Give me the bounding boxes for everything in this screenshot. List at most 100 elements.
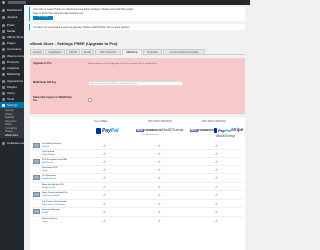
feature-thumbnail [33, 143, 40, 148]
submenu-ebook-store[interactable]: eBook Store [5, 134, 18, 137]
check-icon: ✓ [158, 184, 161, 189]
check-icon: ✓ [103, 159, 106, 164]
feature-link[interactable]: Full Version [42, 162, 53, 164]
chart-icon [2, 66, 5, 70]
sidebar-item-label: Media [7, 28, 16, 33]
feature-link[interactable]: Demo [42, 170, 48, 172]
check-icon: ✓ [215, 167, 218, 172]
tab-general[interactable]: General [30, 49, 44, 55]
feature-comparison: Free (FREE) PRO (PRO VERSION) PRO (PRO V… [30, 117, 245, 250]
feature-link[interactable]: Ready to Use [42, 187, 55, 189]
check-icon: ✓ [158, 218, 161, 223]
upgrade-label: Upgrade to Pro [33, 62, 52, 65]
setup-button[interactable]: Ok, let's go! [33, 16, 53, 20]
feature-link[interactable]: More Item to Download [42, 204, 65, 206]
sidebar-item-comments[interactable]: Comments [0, 46, 24, 52]
tab-paypal[interactable]: PayPal [66, 49, 80, 55]
sidebar-item-label: Posts [7, 22, 15, 27]
stripe-logo: stripe [231, 127, 244, 132]
tab-registration[interactable]: Registration [45, 49, 65, 55]
collapse-icon [2, 141, 5, 145]
collapse-label: Collapse menu [7, 140, 28, 145]
tab-mailchimp[interactable]: MailChimp [122, 49, 142, 55]
check-icon: ✓ [215, 159, 218, 164]
site-name[interactable] [8, 1, 26, 4]
sidebar-item-marketing[interactable]: Marketing [0, 71, 24, 77]
comment-icon [2, 47, 5, 51]
sidebar-item-label: Marketing [7, 71, 21, 76]
paypal-icon [96, 128, 101, 134]
feature-thumbnail [33, 209, 40, 214]
check-icon: ✓ [158, 209, 161, 214]
sidebar-item-label: Settings [7, 102, 18, 107]
sidebar-item-label: Pages [7, 40, 16, 45]
api-key-label: MailChimp API key [33, 81, 57, 84]
gateway-notice: You have not yet installed a payment gat… [29, 24, 245, 30]
sidebar-item-label: Plugins [7, 84, 17, 89]
paypal-icon [214, 128, 217, 133]
feature-thumbnail [33, 175, 40, 180]
check-icon: ✓ [103, 218, 106, 223]
check-icon: ✓ [103, 184, 106, 189]
mailchimp-logo: MailChimp [161, 127, 184, 132]
sidebar-item-jetpack[interactable]: Jetpack [0, 14, 24, 20]
setup-notice: Your store is ready! Thank you. WooComme… [29, 7, 245, 21]
settings-submenu: General Writing Reading Discussion Media… [0, 108, 24, 138]
check-icon: ✓ [158, 167, 161, 172]
check-icon: ✓ [158, 175, 161, 180]
feature-link[interactable]: Stripe Ready [42, 154, 55, 156]
feature-link[interactable]: Top Sales Include [42, 195, 59, 197]
upgrade-description: Please feel free to click Upgrade to the… [88, 63, 158, 65]
collapse-menu-button[interactable]: Collapse menu [0, 140, 28, 146]
main-content: Your store is ready! Thank you. WooComme… [25, 5, 250, 250]
notice-text: Page to Order Woo Settings page Settings… [33, 11, 84, 15]
feature-thumbnail [33, 192, 40, 197]
sidebar-item-label: Products [7, 59, 19, 64]
notice-text: You have not yet installed a payment gat… [33, 25, 130, 29]
check-icon: ✓ [103, 175, 106, 180]
subscribe-label: Subscribe buyers to MailChimp list [33, 96, 72, 103]
media-icon [2, 29, 5, 33]
feature-link[interactable]: Order [42, 221, 48, 223]
check-icon: ✓ [158, 201, 161, 206]
check-icon: ✓ [215, 175, 218, 180]
subscribe-checkbox[interactable] [88, 98, 92, 102]
page-title: eBook Store - Settings FREE (Upgrade to … [30, 41, 118, 46]
check-icon: ✓ [103, 201, 106, 206]
sidebar-item-label: eBook Store [7, 34, 24, 39]
sidebar: Dashboard Jetpack Posts Media eBook Stor… [0, 5, 28, 250]
tab-emails[interactable]: Emails [81, 49, 94, 55]
sidebar-item-label: Users [7, 90, 15, 95]
sidebar-item-dashboard[interactable]: Dashboard [0, 7, 24, 13]
sidebar-item-label: Dashboard [7, 7, 22, 12]
feature-link[interactable]: PayPal [42, 146, 49, 148]
sidebar-item-label: Analytics [7, 65, 20, 70]
check-icon: ✓ [215, 192, 218, 197]
check-icon: ✓ [103, 209, 106, 214]
column-header-pro: PRO (PRO VERSION) [148, 120, 173, 123]
feature-link[interactable]: Download Link [42, 178, 56, 180]
upgrade-panel: Upgrade to Pro Please feel free to click… [30, 58, 245, 114]
archive-icon [2, 60, 5, 64]
woocommerce-logo: WOOCOMMERCE [136, 128, 162, 132]
column-header-pro-plus: PRO (PRO VERSION) [202, 120, 227, 123]
check-icon: ✓ [158, 192, 161, 197]
wordpress-icon[interactable] [2, 1, 5, 4]
check-icon: ✓ [215, 184, 218, 189]
api-key-input[interactable]: Your Unique MailChimp API key, enter Mai… [88, 81, 183, 86]
check-icon: ✓ [103, 192, 106, 197]
pin-icon [2, 23, 5, 27]
feature-link[interactable]: Kindle [42, 212, 48, 214]
tab-pdf-protection[interactable]: PDF Protection [95, 49, 121, 55]
tab-amazon-kindle[interactable]: Amazon Kindle Reminding [163, 49, 205, 55]
brush-icon [2, 79, 5, 83]
tab-templates[interactable]: Templates [143, 49, 162, 55]
dashboard-icon [2, 8, 5, 12]
check-icon: ✓ [215, 218, 218, 223]
check-icon: ✓ [103, 151, 106, 156]
paypal-logo: PayPal [102, 128, 119, 134]
jetpack-icon [2, 15, 5, 19]
book-icon [2, 35, 5, 39]
sidebar-item-label: Comments [7, 46, 22, 51]
check-icon: ✓ [215, 151, 218, 156]
